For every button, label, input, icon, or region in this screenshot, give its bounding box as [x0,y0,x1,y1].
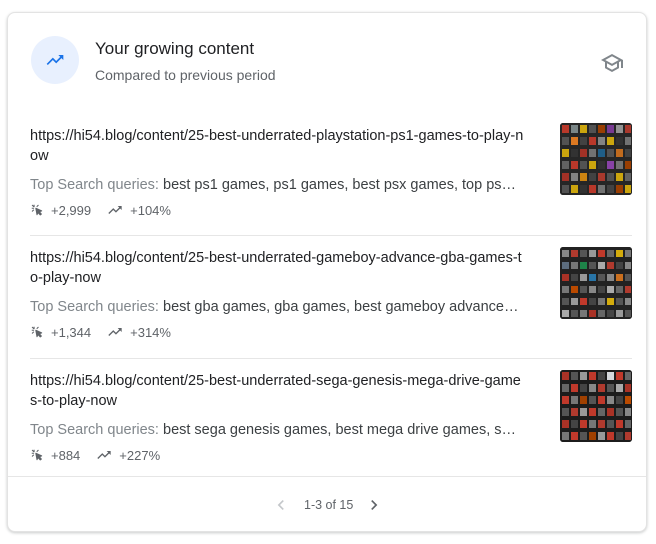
top-queries: Top Search queries: best gba games, gba … [30,297,522,317]
trending-up-icon [97,451,111,459]
click-icon [31,449,43,461]
growth-value: +227% [119,447,161,463]
list-item[interactable]: https://hi54.blog/content/25-best-underr… [30,113,632,235]
top-queries: Top Search queries: best sega genesis ga… [30,420,522,440]
list-item[interactable]: https://hi54.blog/content/25-best-underr… [30,358,632,480]
card-header: Your growing content Compared to previou… [8,13,646,113]
content-url[interactable]: https://hi54.blog/content/25-best-underr… [30,126,526,166]
pagination: 1-3 of 15 [8,477,646,533]
clicks-stat: +1,344 [30,325,91,340]
item-stats: +884 +227% [30,446,176,464]
item-stats: +2,999 +104% [30,201,187,219]
queries-value: best gba games, gba games, best gameboy … [163,299,522,315]
card-title: Your growing content [95,39,255,58]
growing-content-card: Your growing content Compared to previou… [7,12,647,532]
card-footer: 1-3 of 15 [8,476,646,533]
growth-value: +104% [130,202,171,218]
school-cap-icon[interactable] [600,51,624,75]
content-thumbnail [560,370,632,442]
trending-up-icon [31,36,79,84]
content-url[interactable]: https://hi54.blog/content/25-best-underr… [30,248,526,288]
queries-label: Top Search queries: [30,299,159,315]
chevron-left-icon[interactable] [271,495,291,515]
queries-label: Top Search queries: [30,422,159,438]
item-stats: +1,344 +314% [30,323,187,341]
queries-value: best ps1 games, ps1 games, best psx game… [163,177,522,193]
top-queries: Top Search queries: best ps1 games, ps1 … [30,175,522,195]
card-subtitle: Compared to previous period [95,67,276,83]
click-icon [31,204,43,216]
queries-label: Top Search queries: [30,177,159,193]
content-url[interactable]: https://hi54.blog/content/25-best-underr… [30,371,526,411]
growth-value: +314% [130,324,171,340]
clicks-stat: +884 [30,448,80,463]
trending-up-icon [108,206,122,214]
clicks-stat: +2,999 [30,203,91,218]
content-thumbnail [560,247,632,319]
clicks-value: +2,999 [51,202,92,218]
content-thumbnail [560,123,632,195]
growth-stat: +104% [107,202,171,218]
trending-up-icon [108,328,122,336]
clicks-value: +1,344 [51,324,92,340]
clicks-value: +884 [51,447,81,463]
list-item[interactable]: https://hi54.blog/content/25-best-underr… [30,235,632,357]
growth-stat: +227% [96,447,160,463]
page-range-label: 1-3 of 15 [304,498,354,512]
click-icon [31,326,43,338]
growth-stat: +314% [107,324,171,340]
chevron-right-icon[interactable] [364,495,384,515]
queries-value: best sega genesis games, best mega drive… [163,422,522,438]
